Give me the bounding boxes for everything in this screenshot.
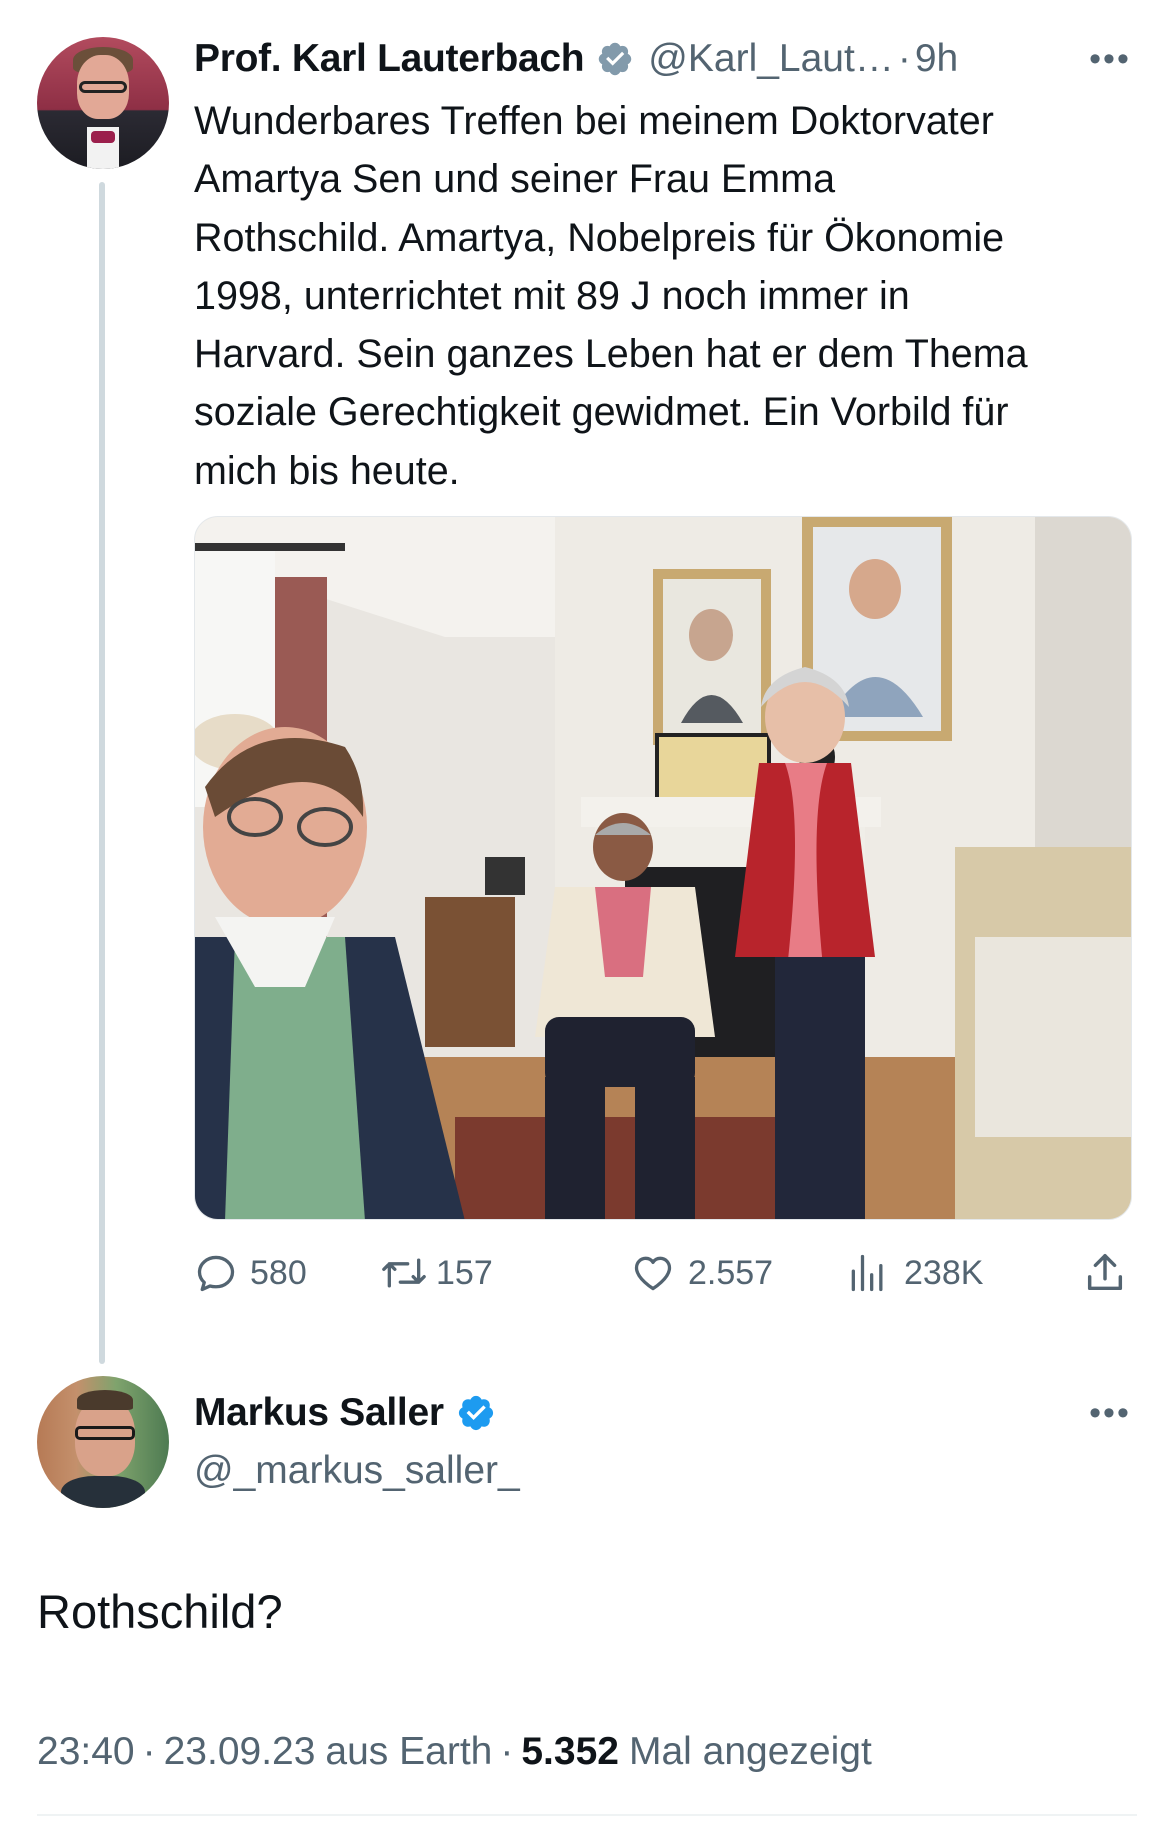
- retweet-button[interactable]: 157: [380, 1240, 493, 1306]
- meta-dot: ·: [500, 1730, 514, 1773]
- verified-badge-grey-icon[interactable]: [596, 40, 634, 78]
- views-count: 238K: [904, 1253, 984, 1292]
- reply-text: Rothschild?: [37, 1585, 283, 1638]
- photo-illustration: [195, 517, 1131, 1219]
- bar-chart-icon: [851, 1254, 883, 1292]
- time-separator: ·: [897, 37, 911, 80]
- reply-button[interactable]: 580: [194, 1240, 307, 1306]
- heart-icon: [634, 1256, 672, 1291]
- reply-meta-line: 23:40 · 23.09.23 aus Earth · 5.352 Mal a…: [37, 1722, 872, 1782]
- tweet-text: Wunderbares Treffen bei meinem Doktorvat…: [194, 99, 1028, 493]
- tweet-header: Prof. Karl Lauterbach @Karl_Laut… · 9h: [194, 30, 958, 88]
- verified-badge-icon[interactable]: [456, 1393, 496, 1433]
- reply-more-options-icon[interactable]: •••: [1080, 1383, 1140, 1443]
- like-count: 2.557: [688, 1253, 774, 1292]
- avatar-glasses: [79, 81, 127, 93]
- author-avatar[interactable]: [37, 37, 169, 169]
- thread-connector-line: [99, 182, 105, 1364]
- tweet-photo[interactable]: [194, 516, 1132, 1220]
- views-button[interactable]: 238K: [846, 1240, 983, 1306]
- reply-author-name[interactable]: Markus Saller: [194, 1391, 444, 1435]
- reply-count: 580: [250, 1253, 307, 1292]
- reply-source: aus Earth: [325, 1730, 493, 1773]
- reply-date[interactable]: 23.09.23: [164, 1730, 316, 1774]
- divider: [37, 1814, 1137, 1816]
- tweet-actions-bar: 580 157 2.557 238K: [194, 1240, 1140, 1306]
- author-handle[interactable]: @Karl_Laut…: [648, 37, 894, 81]
- like-button[interactable]: 2.557: [630, 1240, 773, 1306]
- speech-bubble-icon: [197, 1255, 235, 1292]
- tweet-more-options-icon[interactable]: •••: [1080, 30, 1140, 88]
- reply-time[interactable]: 23:40: [37, 1730, 135, 1774]
- retweet-arrows-icon: [382, 1258, 426, 1288]
- share-button[interactable]: [1082, 1240, 1128, 1306]
- author-name[interactable]: Prof. Karl Lauterbach: [194, 37, 585, 81]
- reply-author-handle[interactable]: @_markus_saller_: [194, 1443, 520, 1499]
- reply-views-count: 5.352: [521, 1730, 619, 1773]
- meta-dot: ·: [142, 1730, 156, 1773]
- avatar-glasses: [75, 1426, 135, 1440]
- reply-author-avatar[interactable]: [37, 1376, 169, 1508]
- avatar-shirt: [61, 1476, 145, 1508]
- share-upload-icon: [1087, 1254, 1123, 1291]
- reply-header: Markus Saller: [194, 1383, 496, 1443]
- avatar-bowtie: [91, 131, 115, 143]
- tweet-time[interactable]: 9h: [915, 37, 958, 81]
- retweet-count: 157: [436, 1253, 493, 1292]
- avatar-hair: [77, 1390, 133, 1410]
- reply-views-label: Mal angezeigt: [628, 1730, 872, 1773]
